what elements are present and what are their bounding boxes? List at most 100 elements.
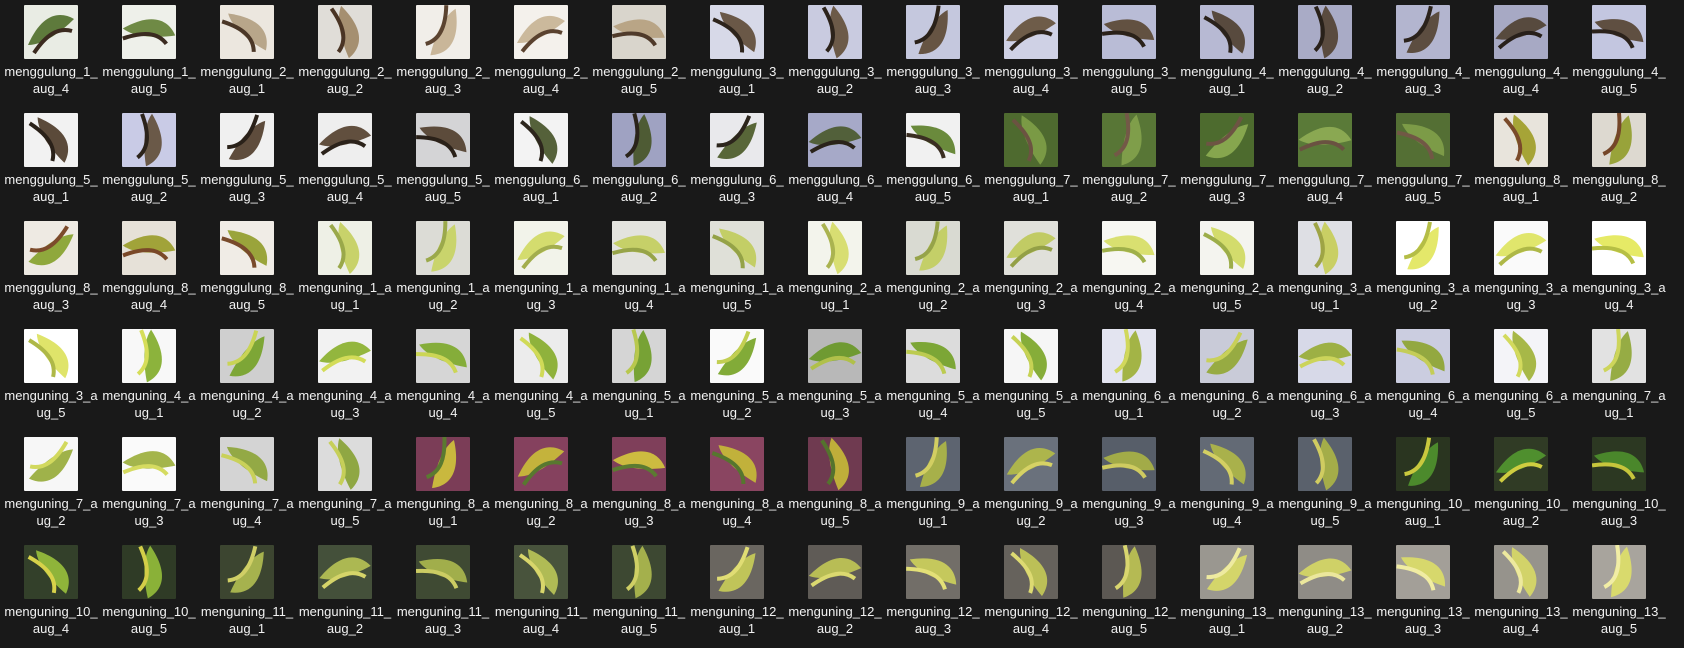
file-item[interactable]: menguning_6_aug_2 (1178, 324, 1276, 432)
file-item[interactable]: menguning_5_aug_4 (884, 324, 982, 432)
file-item[interactable]: menguning_8_aug_2 (492, 432, 590, 540)
file-item[interactable]: menguning_7_aug_4 (198, 432, 296, 540)
file-item[interactable]: menguning_10_aug_2 (1472, 432, 1570, 540)
file-item[interactable]: menguning_3_aug_4 (1570, 216, 1668, 324)
file-item[interactable]: menggulung_4_aug_3 (1374, 0, 1472, 108)
file-item[interactable]: menguning_5_aug_5 (982, 324, 1080, 432)
file-item[interactable]: menguning_11_aug_2 (296, 540, 394, 648)
file-item[interactable]: menguning_7_aug_2 (2, 432, 100, 540)
file-item[interactable]: menggulung_5_aug_5 (394, 108, 492, 216)
file-item[interactable]: menguning_9_aug_1 (884, 432, 982, 540)
file-item[interactable]: menguning_4_aug_4 (394, 324, 492, 432)
file-item[interactable]: menggulung_4_aug_4 (1472, 0, 1570, 108)
file-item[interactable]: menguning_3_aug_3 (1472, 216, 1570, 324)
file-item[interactable]: menguning_6_aug_5 (1472, 324, 1570, 432)
file-item[interactable]: menguning_10_aug_3 (1570, 432, 1668, 540)
file-item[interactable]: menguning_6_aug_3 (1276, 324, 1374, 432)
file-item[interactable]: menguning_3_aug_5 (2, 324, 100, 432)
file-item[interactable]: menggulung_5_aug_1 (2, 108, 100, 216)
file-item[interactable]: menguning_2_aug_2 (884, 216, 982, 324)
file-item[interactable]: menguning_4_aug_3 (296, 324, 394, 432)
file-item[interactable]: menggulung_6_aug_5 (884, 108, 982, 216)
file-item[interactable]: menguning_10_aug_5 (100, 540, 198, 648)
file-item[interactable]: menggulung_7_aug_4 (1276, 108, 1374, 216)
file-item[interactable]: menguning_1_aug_5 (688, 216, 786, 324)
file-item[interactable]: menggulung_2_aug_1 (198, 0, 296, 108)
file-item[interactable]: menguning_2_aug_3 (982, 216, 1080, 324)
file-item[interactable]: menguning_11_aug_4 (492, 540, 590, 648)
file-item[interactable]: menguning_12_aug_1 (688, 540, 786, 648)
file-item[interactable]: menggulung_3_aug_5 (1080, 0, 1178, 108)
file-item[interactable]: menguning_9_aug_4 (1178, 432, 1276, 540)
file-item[interactable]: menggulung_8_aug_1 (1472, 108, 1570, 216)
file-item[interactable]: menguning_8_aug_4 (688, 432, 786, 540)
file-item[interactable]: menggulung_4_aug_5 (1570, 0, 1668, 108)
file-item[interactable]: menguning_5_aug_3 (786, 324, 884, 432)
file-item[interactable]: menguning_10_aug_1 (1374, 432, 1472, 540)
file-item[interactable]: menggulung_8_aug_4 (100, 216, 198, 324)
file-item[interactable]: menggulung_5_aug_3 (198, 108, 296, 216)
file-item[interactable]: menggulung_3_aug_3 (884, 0, 982, 108)
file-item[interactable]: menggulung_4_aug_2 (1276, 0, 1374, 108)
file-item[interactable]: menguning_13_aug_3 (1374, 540, 1472, 648)
file-item[interactable]: menguning_1_aug_1 (296, 216, 394, 324)
file-item[interactable]: menguning_4_aug_5 (492, 324, 590, 432)
file-item[interactable]: menggulung_3_aug_4 (982, 0, 1080, 108)
file-item[interactable]: menguning_12_aug_4 (982, 540, 1080, 648)
file-item[interactable]: menguning_13_aug_5 (1570, 540, 1668, 648)
file-item[interactable]: menguning_7_aug_1 (1570, 324, 1668, 432)
file-item[interactable]: menguning_8_aug_3 (590, 432, 688, 540)
file-item[interactable]: menggulung_4_aug_1 (1178, 0, 1276, 108)
file-item[interactable]: menggulung_8_aug_2 (1570, 108, 1668, 216)
file-item[interactable]: menguning_9_aug_5 (1276, 432, 1374, 540)
file-item[interactable]: menguning_3_aug_2 (1374, 216, 1472, 324)
file-item[interactable]: menguning_11_aug_3 (394, 540, 492, 648)
file-item[interactable]: menguning_10_aug_4 (2, 540, 100, 648)
file-item[interactable]: menguning_1_aug_3 (492, 216, 590, 324)
file-item[interactable]: menggulung_3_aug_2 (786, 0, 884, 108)
file-item[interactable]: menguning_1_aug_4 (590, 216, 688, 324)
file-item[interactable]: menggulung_2_aug_4 (492, 0, 590, 108)
file-item[interactable]: menguning_12_aug_5 (1080, 540, 1178, 648)
file-item[interactable]: menggulung_2_aug_3 (394, 0, 492, 108)
file-item[interactable]: menggulung_7_aug_2 (1080, 108, 1178, 216)
file-item[interactable]: menguning_4_aug_1 (100, 324, 198, 432)
file-item[interactable]: menguning_11_aug_1 (198, 540, 296, 648)
file-item[interactable]: menggulung_6_aug_1 (492, 108, 590, 216)
file-item[interactable]: menguning_8_aug_5 (786, 432, 884, 540)
file-item[interactable]: menggulung_3_aug_1 (688, 0, 786, 108)
file-item[interactable]: menguning_5_aug_2 (688, 324, 786, 432)
file-item[interactable]: menggulung_7_aug_1 (982, 108, 1080, 216)
file-item[interactable]: menguning_11_aug_5 (590, 540, 688, 648)
file-item[interactable]: menggulung_2_aug_5 (590, 0, 688, 108)
file-item[interactable]: menguning_9_aug_3 (1080, 432, 1178, 540)
file-item[interactable]: menguning_6_aug_1 (1080, 324, 1178, 432)
file-item[interactable]: menguning_2_aug_1 (786, 216, 884, 324)
file-item[interactable]: menggulung_5_aug_4 (296, 108, 394, 216)
file-item[interactable]: menguning_5_aug_1 (590, 324, 688, 432)
file-item[interactable]: menggulung_6_aug_4 (786, 108, 884, 216)
file-item[interactable]: menggulung_6_aug_3 (688, 108, 786, 216)
file-item[interactable]: menguning_12_aug_3 (884, 540, 982, 648)
file-item[interactable]: menggulung_1_aug_4 (2, 0, 100, 108)
file-item[interactable]: menguning_4_aug_2 (198, 324, 296, 432)
file-item[interactable]: menguning_7_aug_5 (296, 432, 394, 540)
file-item[interactable]: menggulung_6_aug_2 (590, 108, 688, 216)
file-item[interactable]: menguning_12_aug_2 (786, 540, 884, 648)
file-item[interactable]: menggulung_8_aug_5 (198, 216, 296, 324)
file-item[interactable]: menggulung_7_aug_3 (1178, 108, 1276, 216)
file-item[interactable]: menggulung_1_aug_5 (100, 0, 198, 108)
file-item[interactable]: menggulung_2_aug_2 (296, 0, 394, 108)
file-item[interactable]: menguning_13_aug_1 (1178, 540, 1276, 648)
file-item[interactable]: menguning_9_aug_2 (982, 432, 1080, 540)
file-item[interactable]: menguning_3_aug_1 (1276, 216, 1374, 324)
file-item[interactable]: menguning_2_aug_5 (1178, 216, 1276, 324)
file-item[interactable]: menguning_1_aug_2 (394, 216, 492, 324)
file-item[interactable]: menguning_2_aug_4 (1080, 216, 1178, 324)
file-item[interactable]: menggulung_7_aug_5 (1374, 108, 1472, 216)
file-item[interactable]: menggulung_5_aug_2 (100, 108, 198, 216)
file-item[interactable]: menguning_6_aug_4 (1374, 324, 1472, 432)
file-item[interactable]: menguning_8_aug_1 (394, 432, 492, 540)
file-item[interactable]: menguning_13_aug_2 (1276, 540, 1374, 648)
file-item[interactable]: menguning_7_aug_3 (100, 432, 198, 540)
